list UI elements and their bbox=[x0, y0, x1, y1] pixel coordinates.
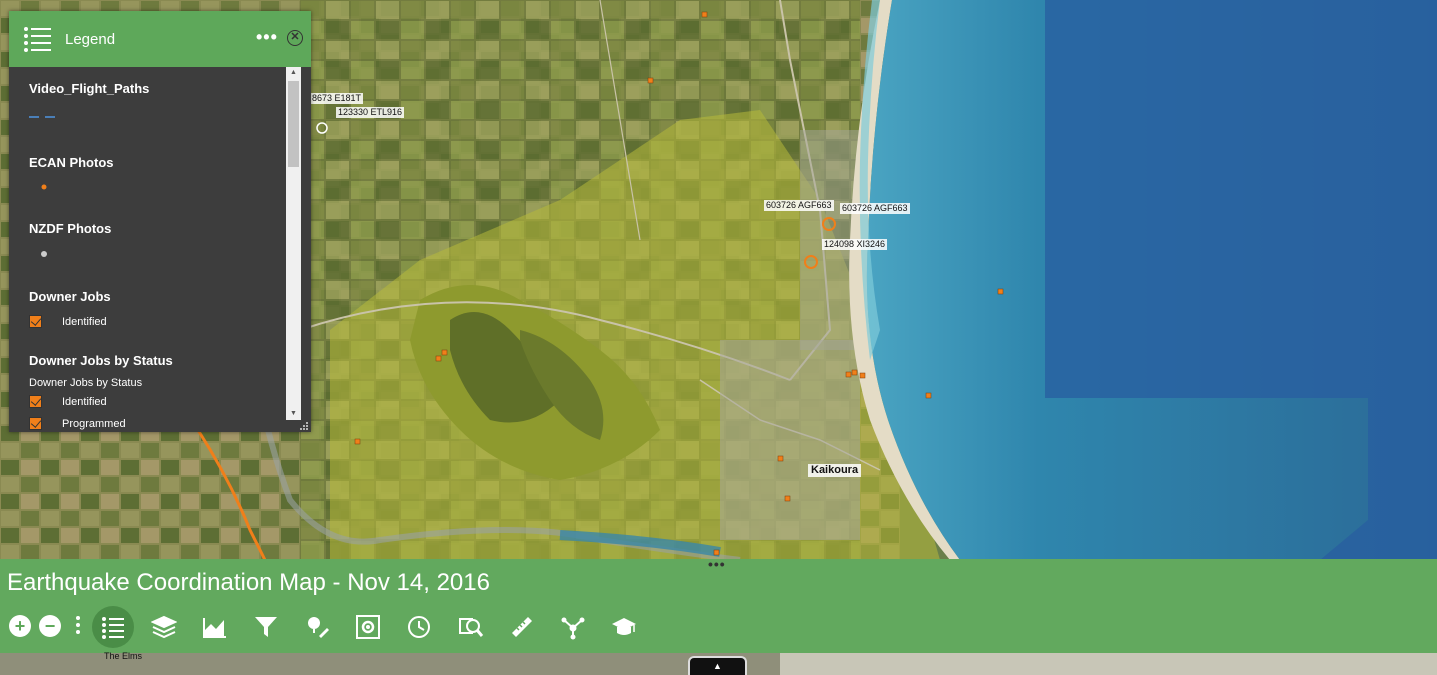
more-options-button[interactable]: ••• bbox=[256, 27, 278, 48]
chart-tool-button[interactable] bbox=[199, 611, 231, 643]
scroll-down-icon[interactable]: ▼ bbox=[286, 408, 301, 420]
network-tool-button[interactable] bbox=[557, 611, 589, 643]
scroll-thumb[interactable] bbox=[288, 81, 299, 167]
legend-item-label: Programmed bbox=[62, 417, 126, 430]
toggle-panel-button[interactable]: ▲ bbox=[688, 656, 747, 675]
filter-tool-button[interactable] bbox=[250, 611, 282, 643]
flight-path-symbol bbox=[29, 116, 59, 118]
map-label-point: 8673 E181T bbox=[310, 93, 364, 104]
legend-scrollbar[interactable]: ▲ ▼ bbox=[286, 67, 301, 420]
legend-layer-title: NZDF Photos bbox=[29, 221, 112, 236]
map-label-point: 603726 AGF663 bbox=[840, 203, 910, 214]
measure-tool-button[interactable] bbox=[506, 611, 538, 643]
education-icon bbox=[612, 618, 636, 635]
legend-item: Programmed bbox=[29, 417, 126, 430]
draw-tool-button[interactable] bbox=[302, 611, 334, 643]
education-tool-button[interactable] bbox=[608, 611, 640, 643]
nzdf-photo-symbol bbox=[41, 251, 47, 257]
legend-layer-title: ECAN Photos bbox=[29, 155, 114, 170]
zoom-in-button[interactable]: + bbox=[9, 615, 31, 637]
network-icon bbox=[561, 617, 585, 640]
legend-title: Legend bbox=[65, 31, 116, 48]
draw-icon bbox=[308, 617, 329, 638]
legend-icon bbox=[23, 25, 53, 53]
legend-layer-title: Downer Jobs by Status bbox=[29, 353, 173, 368]
layers-tool-button[interactable] bbox=[148, 611, 180, 643]
filter-icon bbox=[255, 617, 277, 637]
check-icon bbox=[29, 417, 42, 430]
measure-icon bbox=[512, 617, 532, 637]
resize-handle-icon[interactable] bbox=[299, 421, 309, 431]
town-label: Kaikoura bbox=[808, 464, 862, 477]
legend-body[interactable]: Video_Flight_Paths ECAN Photos NZDF Phot… bbox=[9, 67, 286, 432]
more-tools-icon[interactable] bbox=[76, 616, 80, 636]
legend-header: Legend ••• ✕ bbox=[9, 11, 311, 67]
query-tool-button[interactable] bbox=[455, 611, 487, 643]
legend-item-label: Identified bbox=[62, 395, 107, 408]
screening-tool-button[interactable] bbox=[352, 611, 384, 643]
legend-tool-button[interactable] bbox=[92, 606, 134, 648]
legend-item-label: Identified bbox=[62, 315, 107, 328]
chart-icon bbox=[203, 618, 226, 638]
legend-layer-title: Video_Flight_Paths bbox=[29, 81, 150, 96]
ecan-photo-symbol bbox=[41, 184, 47, 190]
bottom-toolbar: ••• Earthquake Coordination Map - Nov 14… bbox=[0, 557, 1437, 653]
layers-icon bbox=[151, 615, 177, 639]
drag-grip-icon[interactable]: ••• bbox=[708, 557, 726, 571]
zoom-out-button[interactable]: − bbox=[39, 615, 61, 637]
check-icon bbox=[29, 395, 42, 408]
close-icon[interactable]: ✕ bbox=[287, 30, 303, 46]
map-label-point: 603726 AGF663 bbox=[764, 200, 834, 211]
app-title: Earthquake Coordination Map - Nov 14, 20… bbox=[7, 569, 490, 596]
time-tool-button[interactable] bbox=[403, 611, 435, 643]
legend-sublabel: Downer Jobs by Status bbox=[29, 377, 143, 389]
screening-icon bbox=[356, 615, 380, 639]
legend-layer-title: Downer Jobs bbox=[29, 289, 111, 304]
map-label-point: 124098 XI3246 bbox=[822, 239, 888, 250]
legend-item: Identified bbox=[29, 395, 107, 408]
check-icon bbox=[29, 315, 42, 328]
legend-item: Identified bbox=[29, 315, 107, 328]
legend-icon bbox=[102, 617, 124, 639]
scroll-up-icon[interactable]: ▲ bbox=[286, 67, 301, 79]
query-icon bbox=[459, 618, 484, 637]
legend-panel: Legend ••• ✕ Video_Flight_Paths ECAN Pho… bbox=[9, 11, 311, 432]
map-label-point: 123330 ETL916 bbox=[336, 107, 405, 118]
time-icon bbox=[408, 616, 430, 638]
place-label: The Elms bbox=[104, 651, 143, 661]
